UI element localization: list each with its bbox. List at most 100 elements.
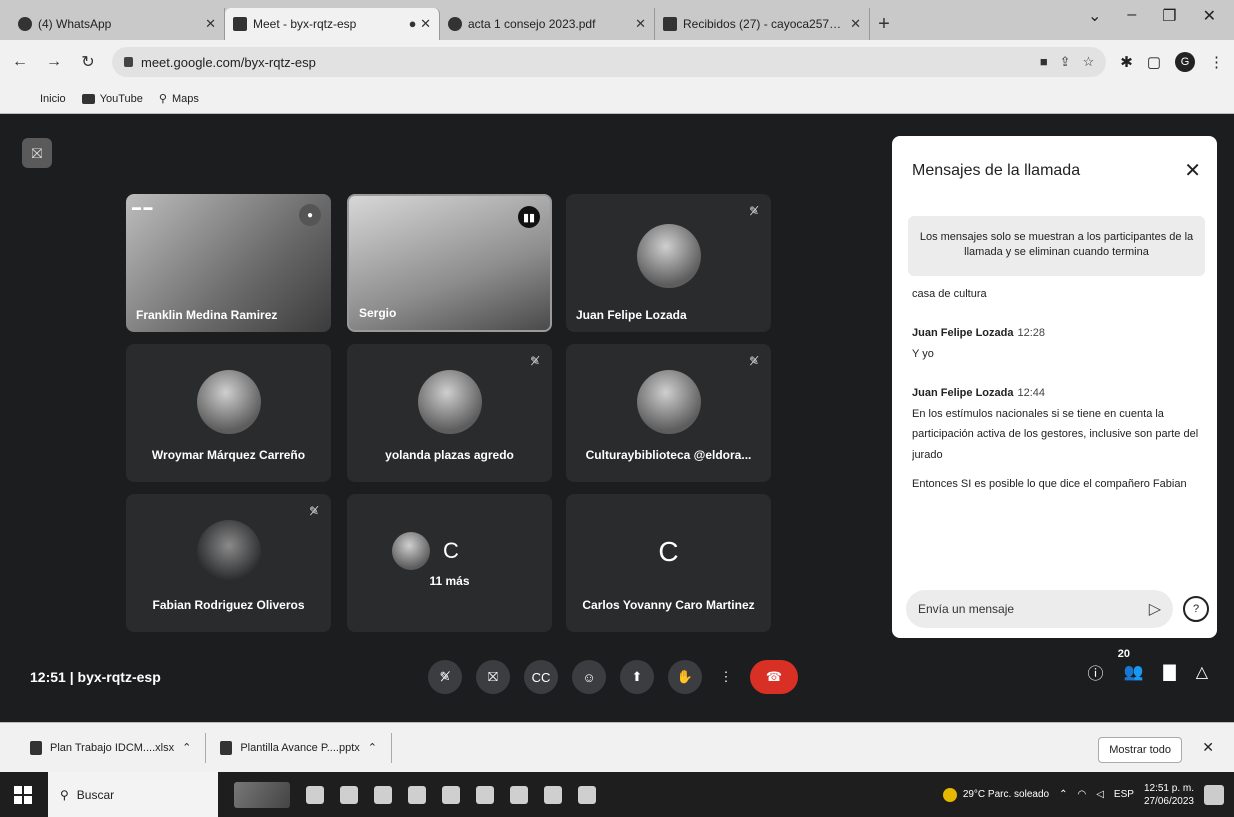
people-icon[interactable]: 👥 [1123, 662, 1143, 682]
taskbar-search[interactable]: ⚲ Buscar [48, 772, 218, 817]
pin-icon[interactable]: ● [299, 204, 321, 226]
task-view-icon[interactable] [306, 785, 324, 804]
mic-off-icon: ✎̸ [308, 504, 319, 518]
participant-tile-active-speaker[interactable]: ▮▮ Sergio [347, 194, 552, 332]
system-tray: 29°C Parc. soleado ⌃ ◠ ◁ ESP 12:51 p. m.… [942, 772, 1224, 817]
close-tab-icon[interactable]: ✕ [850, 16, 861, 32]
message-text: Entonces SI es posible lo que dice el co… [912, 478, 1187, 491]
tab-title: Recibidos (27) - cayoca2570@gm [683, 17, 844, 31]
volume-icon[interactable]: ◁ [1096, 789, 1104, 800]
weather-widget[interactable]: 29°C Parc. soleado [942, 787, 1049, 802]
download-item[interactable]: Plantilla Avance P....pptx ⌃ [220, 732, 392, 763]
url-field[interactable]: meet.google.com/byx-rqtz-esp ■ ⇪ ☆ [112, 47, 1107, 77]
tab-pdf[interactable]: acta 1 consejo 2023.pdf ✕ [440, 8, 655, 40]
participant-tile[interactable]: ✎̸ Juan Felipe Lozada [566, 194, 771, 332]
send-icon[interactable]: ▷ [1149, 599, 1161, 619]
excel-file-icon [30, 740, 42, 755]
help-icon[interactable]: ? [1183, 596, 1209, 622]
participant-tile[interactable]: ✎̸ yolanda plazas agredo [347, 344, 552, 482]
minimize-button[interactable]: – [1127, 6, 1136, 26]
participant-name: Franklin Medina Ramirez [136, 308, 278, 322]
reload-button[interactable]: ↻ [78, 52, 98, 72]
camera-indicator-icon[interactable]: ■ [1040, 54, 1048, 70]
close-window-button[interactable]: ✕ [1203, 6, 1216, 26]
profile-avatar[interactable]: G [1175, 52, 1195, 72]
message-sender: Juan Felipe Lozada [912, 386, 1014, 399]
chevron-up-icon[interactable]: ⌃ [182, 741, 191, 754]
reactions-button[interactable]: ☺ [572, 660, 606, 694]
settings-gear-icon[interactable] [578, 785, 596, 804]
notifications-icon[interactable] [1204, 784, 1224, 805]
excel-icon[interactable] [510, 785, 528, 804]
menu-kebab-icon[interactable]: ⋮ [1209, 53, 1224, 71]
file-explorer-icon[interactable] [340, 785, 358, 804]
participant-tile[interactable]: C Carlos Yovanny Caro Martinez [566, 494, 771, 632]
taskbar-news-widget[interactable] [234, 781, 290, 808]
share-icon[interactable]: ⇪ [1060, 54, 1071, 70]
clock[interactable]: 12:51 p. m. 27/06/2023 [1144, 782, 1194, 808]
info-icon[interactable]: ⓘ [1087, 660, 1103, 684]
bookmark-inicio[interactable]: Inicio [40, 93, 66, 105]
chevron-up-icon[interactable]: ⌃ [368, 741, 377, 754]
chat-input-placeholder: Envía un mensaje [918, 602, 1015, 616]
wifi-icon[interactable]: ◠ [1077, 789, 1086, 800]
self-view-camera-off-icon[interactable]: ⛝ [22, 138, 52, 168]
close-tab-icon[interactable]: ✕ [635, 16, 646, 32]
url-text: meet.google.com/byx-rqtz-esp [141, 54, 316, 70]
download-filename: Plan Trabajo IDCM....xlsx [50, 741, 175, 754]
chevron-down-icon[interactable]: ⌄ [1088, 6, 1101, 26]
participant-tile[interactable]: Wroymar Márquez Carreño [126, 344, 331, 482]
close-tab-icon[interactable]: ✕ [205, 16, 216, 32]
tab-title: acta 1 consejo 2023.pdf [468, 17, 596, 31]
chat-icon[interactable]: ▇ [1163, 662, 1175, 682]
more-options-icon[interactable]: ⋮ [716, 660, 736, 694]
raise-hand-button[interactable]: ✋ [668, 660, 702, 694]
close-icon[interactable]: ✕ [1184, 158, 1201, 183]
explorer-icon[interactable] [476, 785, 494, 804]
forward-button[interactable]: → [44, 53, 64, 71]
store-icon[interactable] [442, 785, 460, 804]
captions-button[interactable]: CC [524, 660, 558, 694]
maximize-button[interactable]: ❐ [1162, 6, 1176, 26]
new-tab-button[interactable]: + [870, 8, 898, 40]
back-button[interactable]: ← [10, 53, 30, 71]
side-panel-icon[interactable]: ▢ [1147, 53, 1161, 71]
tab-meet[interactable]: Meet - byx-rqtz-esp ● ✕ [225, 8, 440, 40]
leave-call-button[interactable]: ☎ [750, 660, 798, 694]
tab-gmail[interactable]: Recibidos (27) - cayoca2570@gm ✕ [655, 8, 870, 40]
lang-indicator[interactable]: ESP [1114, 789, 1134, 800]
message-text: Y yo [912, 347, 934, 360]
bookmark-youtube[interactable]: YouTube [81, 93, 143, 105]
word-icon[interactable] [544, 785, 562, 804]
avatar [391, 532, 430, 570]
present-screen-button[interactable]: ⬆ [620, 660, 654, 694]
chat-panel: Mensajes de la llamada ✕ Los mensajes so… [892, 136, 1217, 638]
participant-tile[interactable]: ✎̸ Fabian Rodriguez Oliveros [126, 494, 331, 632]
bookmark-maps[interactable]: ⚲ Maps [159, 92, 199, 106]
participant-name: Wroymar Márquez Carreño [151, 448, 306, 462]
chat-input[interactable]: Envía un mensaje ▷ [906, 590, 1173, 628]
camera-toggle-button[interactable]: ⛝ [476, 660, 510, 694]
participant-name: yolanda plazas agredo [385, 448, 514, 462]
message-time: 12:44 [1017, 386, 1045, 399]
avatar [196, 370, 261, 434]
chevron-up-icon[interactable]: ⌃ [1059, 789, 1067, 800]
tab-whatsapp[interactable]: (4) WhatsApp ✕ [10, 8, 225, 40]
show-all-button[interactable]: Mostrar todo [1098, 737, 1182, 763]
download-item[interactable]: Plan Trabajo IDCM....xlsx ⌃ [30, 732, 207, 763]
edge-icon[interactable] [408, 785, 426, 804]
close-tab-icon[interactable]: ● ✕ [409, 16, 431, 32]
windows-start-icon[interactable] [14, 785, 32, 804]
message-sender: Juan Felipe Lozada [912, 326, 1014, 339]
close-icon[interactable]: ✕ [1202, 739, 1214, 756]
activities-icon[interactable]: △ [1196, 662, 1208, 682]
extensions-icon[interactable]: ✱ [1120, 53, 1133, 71]
bookmark-star-icon[interactable]: ☆ [1083, 54, 1095, 70]
chrome-icon[interactable] [374, 785, 392, 804]
message-text: En los estímulos nacionales si se tiene … [912, 407, 1199, 462]
participant-tile[interactable]: ✎̸ Culturaybiblioteca @eldora... [566, 344, 771, 482]
more-participants-tile[interactable]: C 11 más [347, 494, 552, 632]
tab-title: (4) WhatsApp [38, 17, 112, 31]
mic-toggle-button[interactable]: ✎̸ [428, 660, 462, 694]
participant-tile[interactable]: ▬ ▬ ● Franklin Medina Ramirez [126, 194, 331, 332]
